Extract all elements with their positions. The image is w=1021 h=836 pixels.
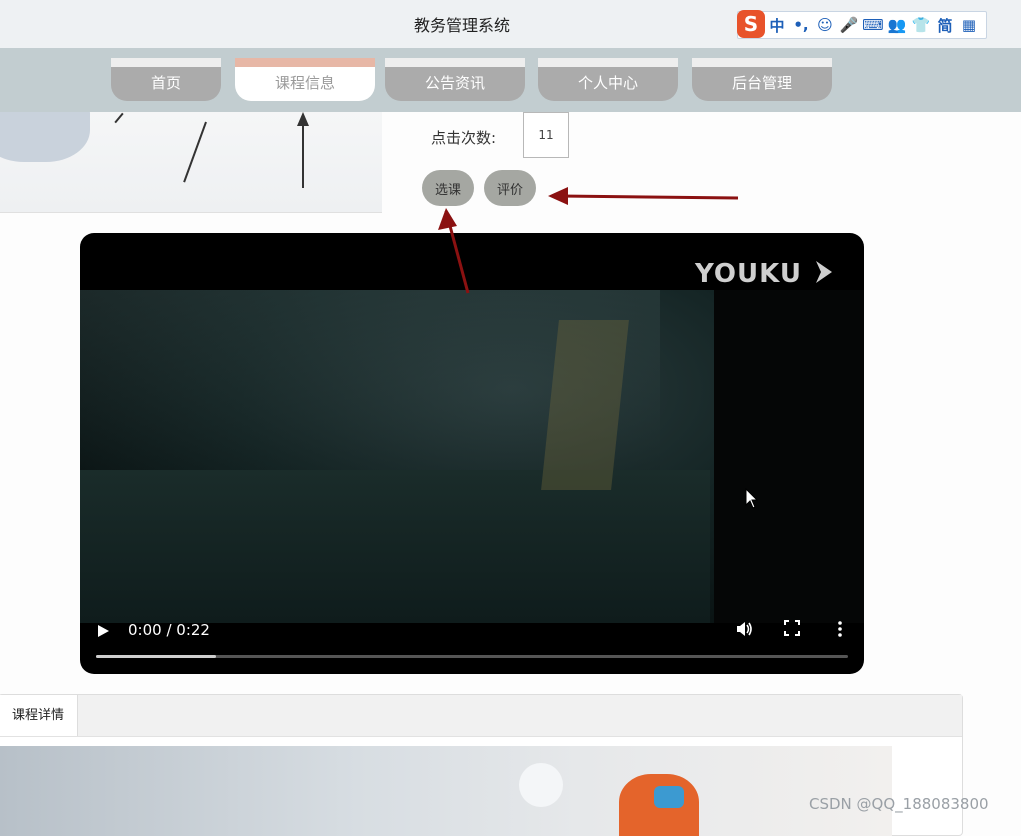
tab-course-details[interactable]: 课程详情: [0, 695, 78, 736]
video-player[interactable]: YOUKU 0:00 / 0:22: [80, 233, 864, 674]
annotation-arrowhead-up: [438, 208, 457, 230]
video-time: 0:00 / 0:22: [128, 621, 210, 639]
nav-tab-label: 课程信息: [274, 74, 335, 92]
youku-logo-text: YOUKU: [695, 259, 802, 289]
nav-tab-admin[interactable]: 后台管理: [692, 58, 832, 101]
nav-tab-home[interactable]: 首页: [111, 58, 221, 101]
youku-logo: YOUKU: [695, 259, 836, 289]
image-line: [183, 121, 207, 183]
ime-emoji-icon[interactable]: ☺: [813, 16, 837, 34]
click-count-value: 11: [523, 112, 569, 158]
image-blob: [519, 763, 563, 807]
image-shape: [0, 112, 90, 162]
details-tab-bar: 课程详情: [0, 695, 962, 737]
video-frame: [80, 290, 864, 623]
image-line: [114, 112, 124, 124]
nav-tab-personal-center[interactable]: 个人中心: [538, 58, 678, 101]
image-toy-bow: [654, 786, 684, 808]
nav-tab-announcements[interactable]: 公告资讯: [385, 58, 525, 101]
nav-tab-label: 公告资讯: [424, 74, 485, 92]
select-course-button[interactable]: 选课: [422, 170, 474, 206]
ime-keyboard-icon[interactable]: ⌨: [861, 16, 885, 34]
nav-tab-course-info[interactable]: 课程信息: [235, 58, 375, 101]
nav-tab-label: 个人中心: [577, 74, 638, 92]
video-controls: 0:00 / 0:22: [80, 614, 864, 674]
sogou-logo-icon[interactable]: S: [737, 10, 765, 38]
video-scene-shadow: [714, 290, 864, 623]
ime-punctuation-icon[interactable]: •,: [789, 16, 813, 34]
review-button[interactable]: 评价: [484, 170, 536, 206]
title-bar: 教务管理系统 S 中 •, ☺ 🎤 ⌨ 👥 👕 简 ▦: [0, 0, 1021, 48]
course-cover-image: [0, 112, 382, 213]
course-details-panel: 课程详情: [0, 694, 963, 836]
image-line: [302, 124, 304, 188]
ime-user-icon[interactable]: 👥: [885, 16, 909, 34]
click-count-label: 点击次数:: [431, 129, 497, 147]
youku-play-icon: [816, 261, 832, 283]
ime-simplified-toggle[interactable]: 简: [933, 15, 957, 36]
mouse-cursor-icon: [745, 488, 759, 509]
nav-tab-label: 首页: [150, 74, 181, 92]
video-progress-bar[interactable]: [96, 655, 848, 658]
volume-icon[interactable]: [734, 620, 754, 640]
nav-tab-label: 后台管理: [731, 74, 792, 92]
fullscreen-icon[interactable]: [782, 620, 802, 640]
play-icon[interactable]: [96, 623, 110, 637]
annotation-arrowhead-left: [548, 187, 568, 205]
more-options-icon[interactable]: [830, 620, 850, 640]
main-nav: 首页 课程信息 公告资讯 个人中心 后台管理: [0, 48, 1021, 112]
video-progress-fill: [96, 655, 217, 658]
ime-grid-icon[interactable]: ▦: [957, 16, 981, 34]
ime-skin-icon[interactable]: 👕: [909, 16, 933, 34]
ime-microphone-icon[interactable]: 🎤: [837, 16, 861, 34]
watermark: CSDN @QQ_188083800: [809, 795, 989, 813]
video-scene-floor: [80, 470, 710, 623]
annotation-arrow-left: [559, 194, 739, 200]
ime-chinese-mode[interactable]: 中: [765, 15, 789, 36]
ime-toolbar[interactable]: S 中 •, ☺ 🎤 ⌨ 👥 👕 简 ▦: [737, 10, 987, 39]
